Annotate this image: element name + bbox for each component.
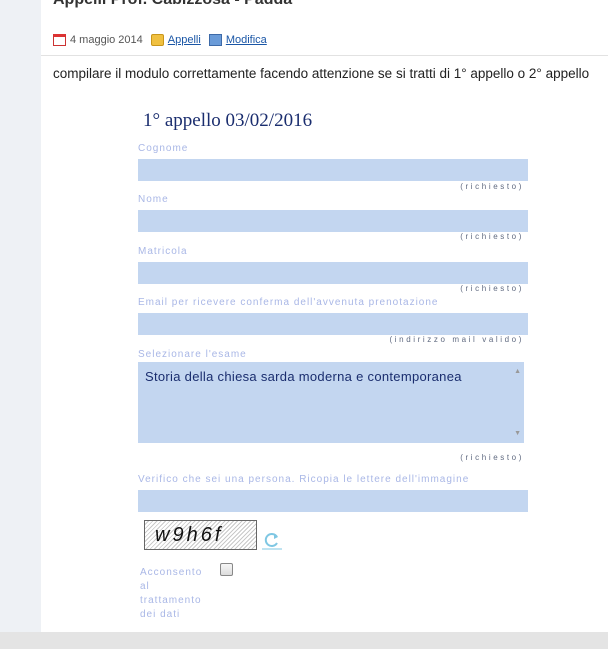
calendar-icon (53, 34, 66, 46)
captcha-label: Verifico che sei una persona. Ricopia le… (138, 474, 470, 485)
edit-icon (208, 34, 222, 46)
cognome-label: Cognome (138, 143, 189, 154)
esame-textarea[interactable]: Storia della chiesa sarda moderna e cont… (138, 362, 524, 443)
matricola-input[interactable] (138, 262, 528, 284)
post-date: 4 maggio 2014 (70, 34, 143, 46)
consent-checkbox[interactable] (220, 563, 233, 576)
esame-label: Selezionare l'esame (138, 349, 247, 360)
consent-label: Acconsento al trattamento dei dati (140, 567, 203, 620)
email-note: (indirizzo mail valido) (389, 335, 524, 344)
matricola-label: Matricola (138, 246, 188, 257)
divider (41, 55, 608, 56)
intro-text: compilare il modulo correttamente facend… (53, 66, 590, 81)
scroll-up-icon[interactable]: ▲ (514, 368, 521, 375)
email-label: Email per ricevere conferma dell'avvenut… (138, 297, 439, 308)
scroll-down-icon[interactable]: ▼ (514, 430, 521, 437)
folder-icon (150, 34, 164, 46)
captcha-input[interactable] (138, 490, 528, 512)
form-title: 1° appello 03/02/2016 (143, 110, 313, 131)
nome-input[interactable] (138, 210, 528, 232)
refresh-icon[interactable] (262, 530, 282, 550)
nome-required-note: (richiesto) (460, 232, 524, 241)
captcha-text: w9h6f (155, 524, 224, 546)
esame-value: Storia della chiesa sarda moderna e cont… (145, 369, 462, 384)
footer-bar (0, 632, 608, 649)
post-meta: 4 maggio 2014 Appelli Modifica (53, 34, 275, 46)
cognome-required-note: (richiesto) (460, 182, 524, 191)
cognome-input[interactable] (138, 159, 528, 181)
matricola-required-note: (richiesto) (460, 284, 524, 293)
edit-link[interactable]: Modifica (226, 34, 267, 46)
email-input[interactable] (138, 313, 528, 335)
esame-required-note: (richiesto) (460, 453, 524, 462)
post-content: Appelli Prof. Cabizzosa - Padda 4 maggio… (41, 0, 608, 632)
post-title: Appelli Prof. Cabizzosa - Padda (53, 0, 292, 9)
nome-label: Nome (138, 194, 169, 205)
category-link[interactable]: Appelli (168, 34, 201, 46)
captcha-image: w9h6f (144, 520, 257, 550)
textarea-scrollbar[interactable]: ▲ ▼ (510, 362, 524, 443)
